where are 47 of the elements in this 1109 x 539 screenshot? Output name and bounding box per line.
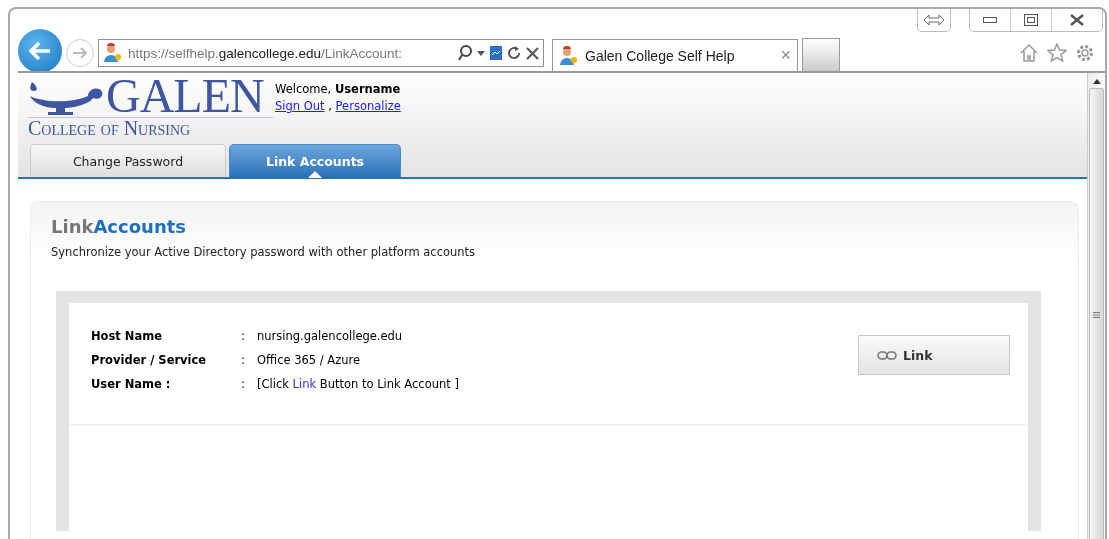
field-label: Provider / Service — [91, 353, 208, 367]
person-key-icon — [559, 45, 579, 66]
chain-link-icon — [877, 350, 897, 360]
caret-icon[interactable] — [477, 50, 485, 56]
colon-text: : — [241, 329, 246, 343]
tab-close-button[interactable]: × — [780, 45, 791, 66]
personalize-link[interactable]: Personalize — [335, 99, 401, 113]
home-icon[interactable] — [1019, 43, 1039, 63]
page-tab[interactable]: Change Password — [30, 144, 226, 177]
document-icon[interactable] — [490, 46, 502, 60]
field-value: Office 365 / Azure — [257, 353, 362, 367]
tab-title: Galen College Self Help — [585, 47, 736, 64]
field-value: [Click Link Button to Link Account ] — [257, 377, 459, 391]
link-button[interactable]: Link — [858, 335, 1010, 375]
address-bar[interactable]: https://selfhelp.galencollege.edu/LinkAccount: — [98, 39, 544, 67]
compatibility-view-button[interactable] — [917, 9, 951, 32]
up-arrow-icon[interactable] — [1092, 79, 1101, 84]
person-key-icon — [103, 43, 123, 63]
close-icon[interactable] — [526, 46, 539, 60]
close-icon — [1070, 14, 1084, 26]
field-label: User Name : — [91, 377, 172, 391]
url-text: https://selfhelp.galencollege.edu/LinkAccount: — [128, 45, 403, 61]
page-description: Synchronize your Active Directory password with other platform accounts — [51, 245, 477, 259]
restore-icon — [1024, 14, 1038, 26]
sign-out-link[interactable]: Sign Out — [275, 99, 325, 113]
star-icon[interactable] — [1047, 43, 1067, 63]
search-icon[interactable] — [458, 45, 472, 61]
browser-tab[interactable]: Galen College Self Help × — [552, 39, 798, 71]
double-arrow-icon — [923, 14, 945, 26]
new-tab-button[interactable] — [802, 38, 840, 71]
left-arrow-icon — [29, 42, 51, 60]
minimize-icon — [983, 17, 997, 23]
colon-text: : — [241, 377, 246, 391]
page-tab[interactable]: Link Accounts — [229, 144, 401, 177]
welcome-text: Welcome, Username — [275, 82, 401, 96]
field-label: Host Name — [91, 329, 164, 343]
back-button[interactable] — [18, 29, 62, 73]
scrollbar[interactable] — [1087, 73, 1105, 539]
separator-text: , — [328, 99, 332, 113]
colon-text: : — [241, 353, 246, 367]
grip-icon — [1093, 311, 1100, 318]
right-arrow-icon — [72, 47, 88, 59]
field-value: nursing.galencollege.edu — [257, 329, 404, 343]
college-logo: GALEN College of Nursing — [28, 76, 273, 138]
settings-icon[interactable] — [1075, 43, 1095, 63]
page-heading: LinkAccounts — [51, 216, 188, 237]
refresh-icon[interactable] — [507, 46, 521, 60]
